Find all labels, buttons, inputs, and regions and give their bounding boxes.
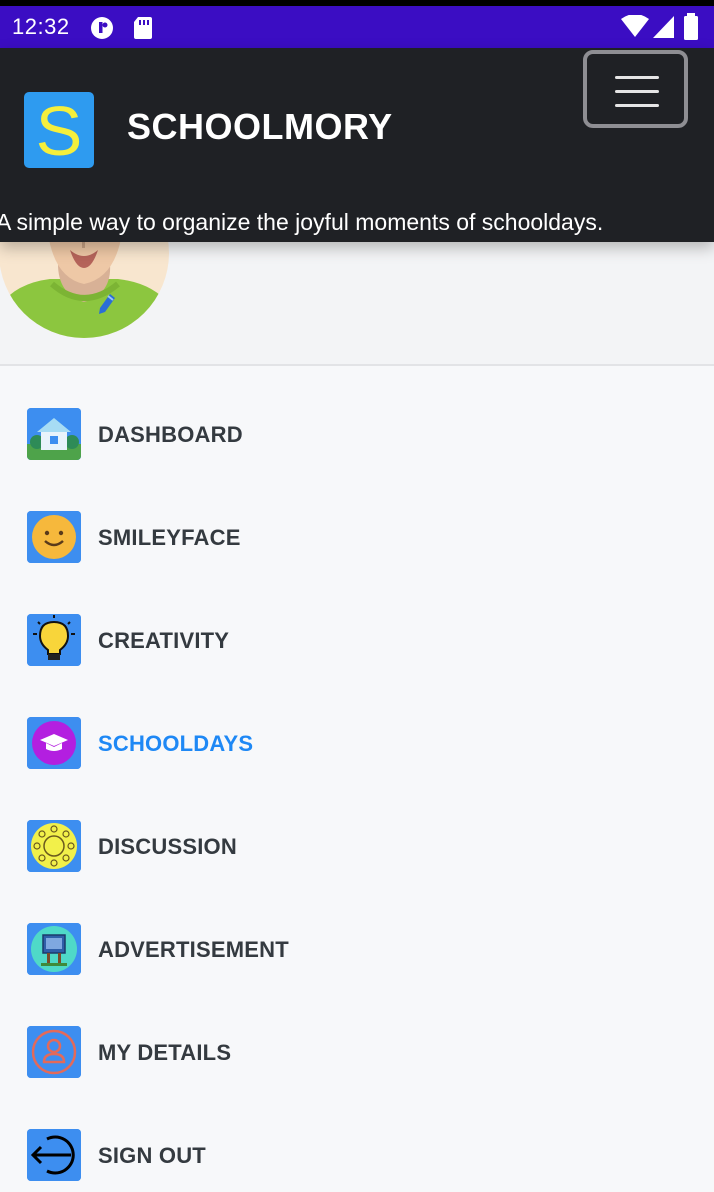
app-screen: 12:32 S SCHOOLMORY A simple way to organ… <box>0 0 714 1192</box>
app-tagline: A simple way to organize the joyful mome… <box>0 209 604 235</box>
nav-item-advertisement[interactable]: ADVERTISEMENT <box>0 909 714 989</box>
nav-item-my-details[interactable]: MY DETAILS <box>0 1012 714 1092</box>
nav-label: MY DETAILS <box>98 1040 232 1065</box>
nav-item-discussion[interactable]: DISCUSSION <box>0 806 714 886</box>
smiley-icon <box>27 511 81 563</box>
status-bar: 12:32 <box>0 6 714 48</box>
nav-item-dashboard[interactable]: DASHBOARD <box>0 394 714 474</box>
app-header: S SCHOOLMORY A simple way to organize th… <box>0 48 714 242</box>
status-time: 12:32 <box>12 14 70 39</box>
app-logo: S <box>24 92 94 170</box>
nav-label: SMILEYFACE <box>98 525 241 550</box>
app-title: SCHOOLMORY <box>127 106 393 147</box>
nav-item-sign-out[interactable]: SIGN OUT <box>0 1115 714 1192</box>
billboard-icon <box>27 923 81 975</box>
nav-label: CREATIVITY <box>98 628 230 653</box>
battery-icon <box>684 13 698 40</box>
graduation-cap-icon <box>27 717 81 769</box>
nav-item-smileyface[interactable]: SMILEYFACE <box>0 497 714 577</box>
nav-label: SCHOOLDAYS <box>98 731 254 756</box>
profile-area <box>0 168 714 364</box>
hamburger-menu-icon <box>615 76 659 79</box>
notification-icon <box>91 17 113 39</box>
hamburger-menu-button[interactable] <box>583 50 688 128</box>
person-icon <box>27 1026 81 1078</box>
sign-out-icon <box>27 1129 81 1181</box>
profile-divider <box>0 364 714 366</box>
hamburger-menu-icon <box>615 104 659 107</box>
signal-icon <box>653 16 674 38</box>
hamburger-menu-icon <box>615 90 659 93</box>
nav-item-creativity[interactable]: CREATIVITY <box>0 600 714 680</box>
house-icon <box>27 408 81 460</box>
wifi-icon <box>621 15 649 37</box>
nav-label: DASHBOARD <box>98 422 243 447</box>
nav-label: ADVERTISEMENT <box>98 937 289 962</box>
nav-label: DISCUSSION <box>98 834 237 859</box>
logo-letter: S <box>35 92 83 170</box>
sd-card-icon <box>134 17 152 39</box>
discussion-table-icon <box>27 820 81 872</box>
nav-label: SIGN OUT <box>98 1143 206 1168</box>
nav-item-schooldays[interactable]: SCHOOLDAYS <box>0 703 714 783</box>
lightbulb-icon <box>27 614 81 666</box>
